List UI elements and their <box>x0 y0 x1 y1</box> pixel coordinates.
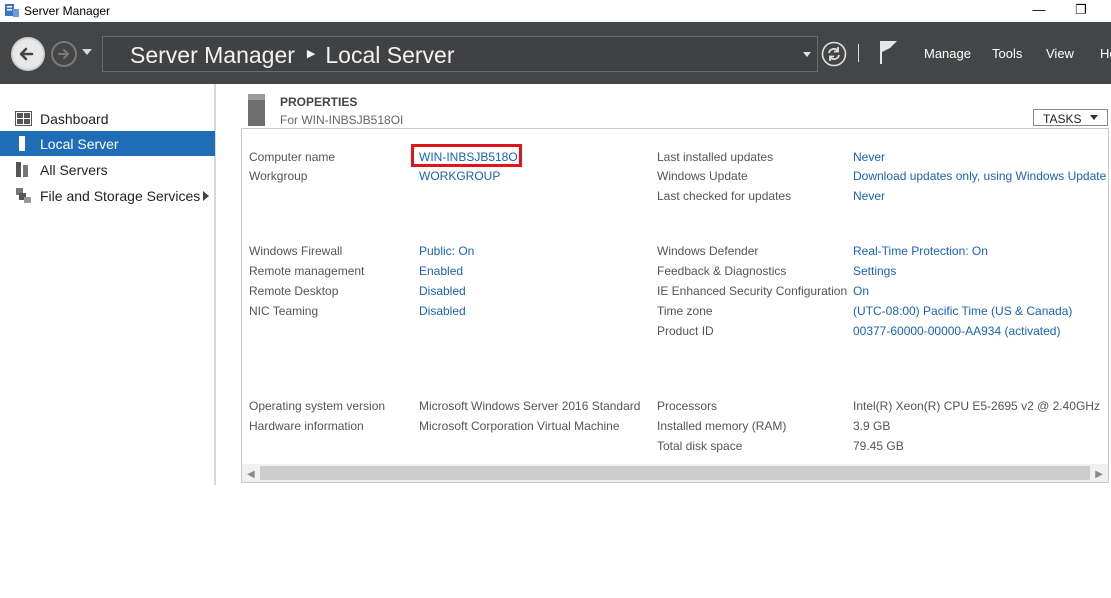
back-arrow-icon <box>19 47 34 61</box>
value-workgroup[interactable]: WORKGROUP <box>419 169 500 183</box>
breadcrumb-app[interactable]: Server Manager <box>130 42 295 68</box>
value-hardware-information: Microsoft Corporation Virtual Machine <box>419 419 620 433</box>
navigation-bar: Server Manager ▶ Local Server Manage Tools… <box>0 22 1111 84</box>
label-ie-enhanced-security: IE Enhanced Security Configuration <box>657 284 848 298</box>
submenu-arrow-icon[interactable] <box>203 191 209 201</box>
value-last-checked-updates[interactable]: Never <box>853 189 885 203</box>
label-windows-update: Windows Update <box>657 169 748 183</box>
value-feedback-diagnostics[interactable]: Settings <box>853 264 896 278</box>
all-servers-icon <box>16 162 28 177</box>
horizontal-scrollbar[interactable]: ◀ ▶ <box>242 464 1108 482</box>
label-feedback-diagnostics: Feedback & Diagnostics <box>657 264 787 278</box>
value-remote-desktop[interactable]: Disabled <box>419 284 466 298</box>
value-ie-enhanced-security[interactable]: On <box>853 284 869 298</box>
scroll-left-icon[interactable]: ◀ <box>247 469 255 480</box>
label-remote-management: Remote management <box>249 264 365 278</box>
label-nic-teaming: NIC Teaming <box>249 304 319 318</box>
history-dropdown-icon[interactable] <box>82 49 92 55</box>
sidebar-item-label: File and Storage Services <box>40 188 201 204</box>
breadcrumb-page: Local Server <box>325 42 455 68</box>
sidebar-item-local-server[interactable]: Local Server <box>0 131 215 156</box>
value-windows-defender[interactable]: Real-Time Protection: On <box>853 244 988 258</box>
sidebar-item-all-servers[interactable]: All Servers <box>0 157 215 182</box>
notifications-flag-icon[interactable] <box>878 39 900 65</box>
menu-help[interactable]: Help <box>1100 46 1111 61</box>
sidebar-item-label: All Servers <box>40 162 108 178</box>
forward-button[interactable] <box>51 41 77 67</box>
value-nic-teaming[interactable]: Disabled <box>419 304 466 318</box>
label-processors: Processors <box>657 399 718 413</box>
value-time-zone[interactable]: (UTC-08:00) Pacific Time (US & Canada) <box>853 304 1072 318</box>
label-workgroup: Workgroup <box>249 169 308 183</box>
value-windows-firewall[interactable]: Public: On <box>419 244 474 258</box>
value-remote-management[interactable]: Enabled <box>419 264 463 278</box>
computer-name-highlight <box>411 144 522 167</box>
label-remote-desktop: Remote Desktop <box>249 284 339 298</box>
label-last-installed-updates: Last installed updates <box>657 150 774 164</box>
label-hardware-information: Hardware information <box>249 419 364 433</box>
label-windows-defender: Windows Defender <box>657 244 759 258</box>
sidebar: Dashboard Local Server All Servers File … <box>0 84 216 485</box>
storage-icon <box>16 188 31 203</box>
dashboard-icon <box>15 111 32 126</box>
menu-view[interactable]: View <box>1046 46 1074 61</box>
value-product-id[interactable]: 00377-60000-00000-AA934 (activated) <box>853 324 1060 338</box>
scrollbar-thumb[interactable] <box>260 466 1090 480</box>
local-server-icon <box>19 136 25 151</box>
tasks-label: TASKS <box>1043 112 1082 126</box>
label-computer-name: Computer name <box>249 150 336 164</box>
properties-server-icon <box>248 94 265 126</box>
restore-button[interactable]: ❐ <box>1058 0 1104 22</box>
value-processors: Intel(R) Xeon(R) CPU E5-2695 v2 @ 2.40GH… <box>853 399 1100 413</box>
scroll-right-icon[interactable]: ▶ <box>1095 469 1103 480</box>
window-title: Server Manager <box>24 4 111 18</box>
chevron-down-icon <box>1090 115 1098 120</box>
sidebar-item-label: Dashboard <box>40 111 109 127</box>
label-windows-firewall: Windows Firewall <box>249 244 343 258</box>
minimize-button[interactable]: — <box>1016 0 1062 22</box>
value-installed-memory: 3.9 GB <box>853 419 891 433</box>
sidebar-item-file-storage[interactable]: File and Storage Services <box>0 183 215 208</box>
value-windows-update[interactable]: Download updates only, using Windows Upd… <box>853 169 1106 183</box>
forward-arrow-icon <box>58 49 69 59</box>
label-product-id: Product ID <box>657 324 714 338</box>
sidebar-item-dashboard[interactable]: Dashboard <box>0 106 215 131</box>
server-manager-icon <box>5 4 19 17</box>
sidebar-item-label: Local Server <box>40 136 119 152</box>
refresh-icon[interactable] <box>821 41 847 67</box>
tasks-dropdown[interactable]: TASKS <box>1033 109 1108 126</box>
breadcrumb-dropdown-icon[interactable] <box>803 52 811 57</box>
menu-tools[interactable]: Tools <box>992 46 1022 61</box>
properties-title: PROPERTIES <box>280 95 358 109</box>
breadcrumb[interactable]: Server Manager ▶ Local Server <box>102 36 818 72</box>
label-total-disk-space: Total disk space <box>657 439 743 453</box>
back-button[interactable] <box>11 37 45 71</box>
value-os-version: Microsoft Windows Server 2016 Standard <box>419 399 641 413</box>
label-installed-memory: Installed memory (RAM) <box>657 419 787 433</box>
value-total-disk-space: 79.45 GB <box>853 439 904 453</box>
label-last-checked-updates: Last checked for updates <box>657 189 792 203</box>
title-bar: Server Manager — ❐ <box>0 0 1111 22</box>
properties-subtitle: For WIN-INBSJB518OI <box>280 113 404 127</box>
value-last-installed-updates[interactable]: Never <box>853 150 885 164</box>
breadcrumb-separator-icon: ▶ <box>306 48 316 61</box>
label-os-version: Operating system version <box>249 399 386 413</box>
toolbar-divider <box>858 44 859 62</box>
label-time-zone: Time zone <box>657 304 713 318</box>
menu-manage[interactable]: Manage <box>924 46 971 61</box>
